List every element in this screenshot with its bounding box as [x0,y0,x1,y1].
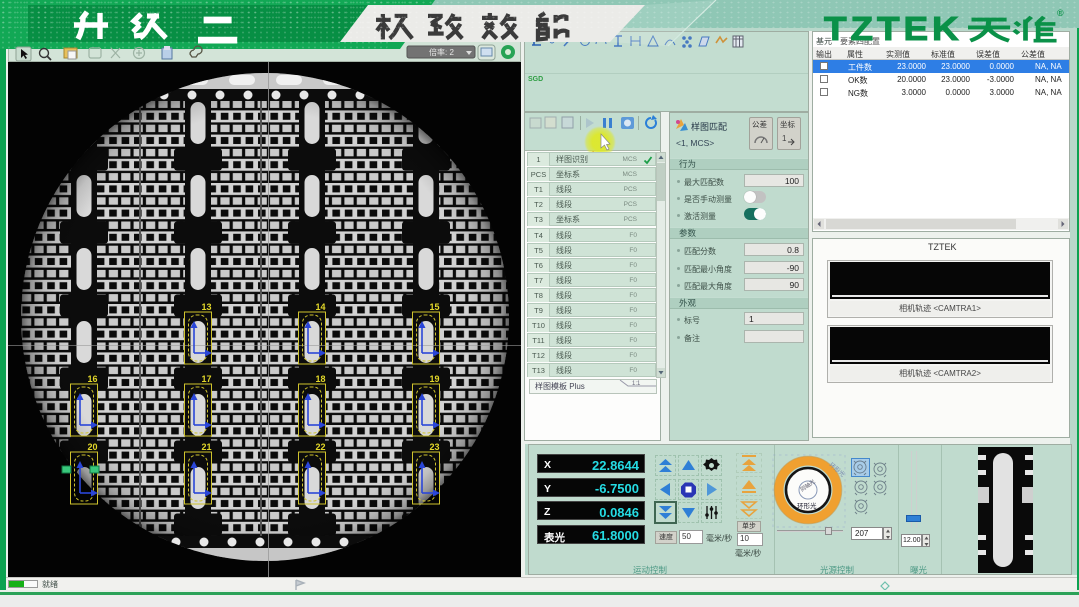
svg-text:22: 22 [316,442,326,452]
svg-text:倍率: 2: 倍率: 2 [429,47,454,57]
svg-text:16: 16 [88,374,98,384]
svg-text:17: 17 [202,374,212,384]
svg-text:1: 1 [782,134,787,143]
svg-text:18: 18 [316,374,326,384]
svg-text:21: 21 [202,442,212,452]
svg-text:15: 15 [430,302,440,312]
svg-text:13: 13 [202,302,212,312]
svg-text:19: 19 [430,374,440,384]
svg-text:23: 23 [430,442,440,452]
svg-text:14: 14 [316,302,326,312]
svg-text:环形光: 环形光 [797,501,817,510]
svg-text:1:1: 1:1 [632,381,641,387]
svg-text:20: 20 [88,442,98,452]
